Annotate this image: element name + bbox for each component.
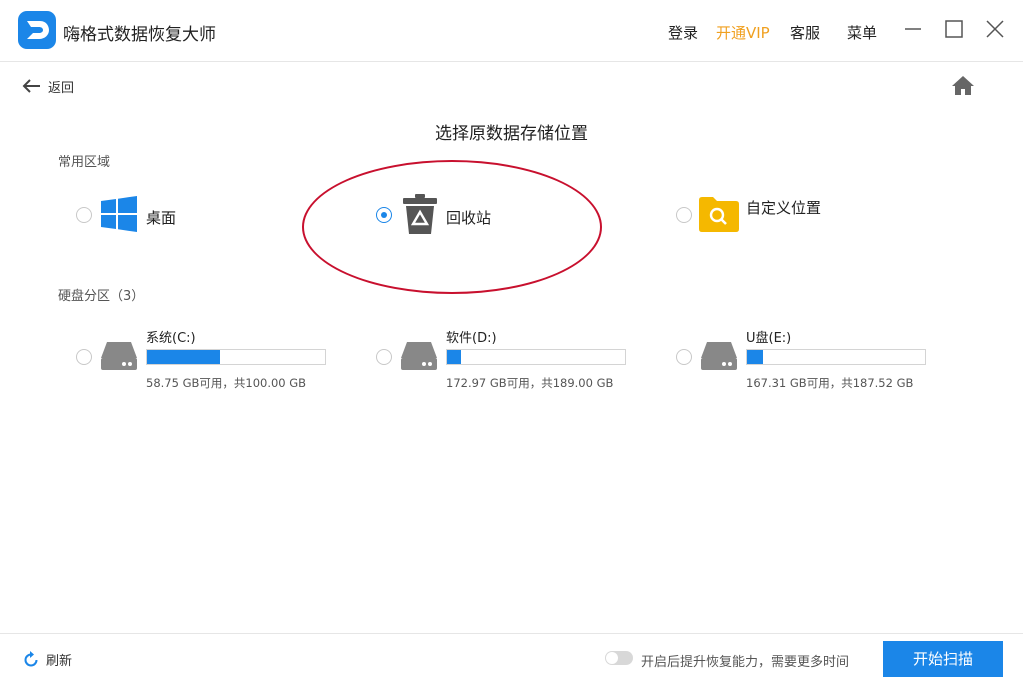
refresh-label: 刷新 bbox=[46, 654, 73, 669]
recycle-bin-radio[interactable] bbox=[376, 207, 392, 223]
footer-bar: 刷新 开启后提升恢复能力，需要更多时间 开始扫描 bbox=[0, 633, 1023, 683]
enhance-recovery-toggle[interactable] bbox=[605, 651, 633, 665]
disk-c-usage-fill bbox=[147, 350, 220, 364]
disk-c-info: 58.75 GB可用，共100.00 GB bbox=[146, 376, 307, 390]
disk-d-radio[interactable] bbox=[376, 349, 392, 365]
start-scan-button[interactable]: 开始扫描 bbox=[883, 641, 1003, 677]
folder-search-icon bbox=[699, 196, 739, 232]
page-title: 选择原数据存储位置 bbox=[435, 124, 588, 144]
refresh-icon bbox=[24, 650, 38, 666]
disk-d-name: 软件(D:) bbox=[446, 331, 497, 346]
disk-d-info: 172.97 GB可用，共189.00 GB bbox=[446, 376, 614, 390]
disk-e-usage-fill bbox=[747, 350, 764, 364]
menu-link[interactable]: 菜单 bbox=[847, 22, 877, 43]
desktop-radio[interactable] bbox=[76, 207, 92, 223]
desktop-label: 桌面 bbox=[146, 209, 177, 227]
hard-drive-icon bbox=[399, 340, 439, 372]
disk-e-usage-bar bbox=[746, 349, 926, 365]
maximize-icon[interactable] bbox=[943, 18, 965, 40]
customer-service-link[interactable]: 客服 bbox=[790, 22, 820, 43]
common-area-heading: 常用区域 bbox=[58, 155, 111, 170]
disk-e-name: U盘(E:) bbox=[746, 331, 792, 346]
custom-location-radio[interactable] bbox=[676, 207, 692, 223]
disk-d-usage-fill bbox=[447, 350, 462, 364]
arrow-left-icon bbox=[22, 79, 40, 93]
disk-c-usage-bar bbox=[146, 349, 326, 365]
home-icon[interactable] bbox=[951, 74, 975, 96]
minimize-icon[interactable] bbox=[902, 18, 924, 40]
app-logo-icon bbox=[18, 11, 56, 49]
disk-d-usage-bar bbox=[446, 349, 626, 365]
enhance-recovery-label: 开启后提升恢复能力，需要更多时间 bbox=[641, 655, 850, 670]
recycle-bin-label: 回收站 bbox=[446, 209, 492, 227]
disk-partitions-heading: 硬盘分区（3） bbox=[58, 289, 145, 304]
recycle-bin-icon bbox=[402, 193, 438, 235]
disk-e-info: 167.31 GB可用，共187.52 GB bbox=[746, 376, 914, 390]
disk-c-radio[interactable] bbox=[76, 349, 92, 365]
custom-location-label: 自定义位置 bbox=[746, 199, 822, 217]
refresh-button[interactable]: 刷新 bbox=[22, 650, 72, 669]
back-label: 返回 bbox=[48, 80, 75, 96]
windows-icon bbox=[101, 196, 137, 232]
app-title: 嗨格式数据恢复大师 bbox=[63, 25, 216, 45]
vip-link[interactable]: 开通VIP bbox=[716, 22, 770, 43]
disk-e-radio[interactable] bbox=[676, 349, 692, 365]
disk-c-name: 系统(C:) bbox=[146, 331, 196, 346]
hard-drive-icon bbox=[99, 340, 139, 372]
close-icon[interactable] bbox=[984, 18, 1006, 40]
back-button[interactable]: 返回 bbox=[22, 76, 74, 96]
title-bar: 嗨格式数据恢复大师 登录 开通VIP 客服 菜单 bbox=[0, 0, 1023, 62]
hard-drive-icon bbox=[699, 340, 739, 372]
login-link[interactable]: 登录 bbox=[668, 22, 698, 43]
